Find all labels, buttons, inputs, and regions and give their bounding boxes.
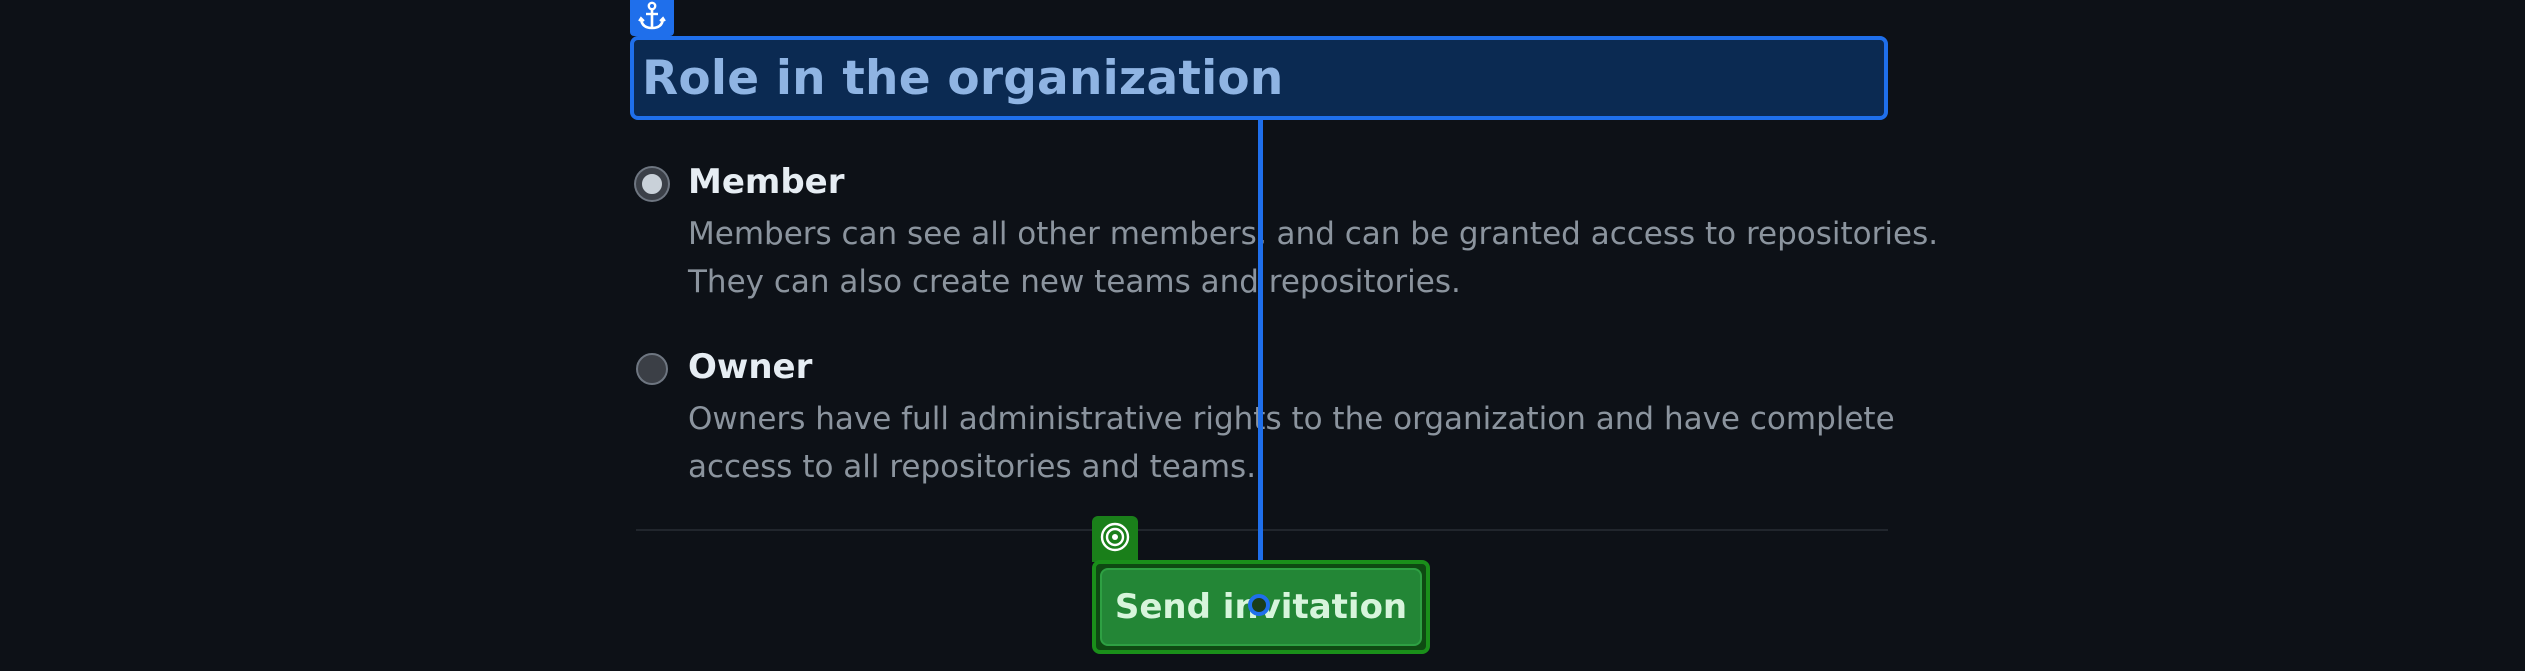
anchor-icon (638, 1, 666, 35)
anchor-marker (630, 0, 674, 36)
member-description-line-1: Members can see all other members, and c… (688, 216, 1939, 252)
connector-line (1258, 120, 1263, 606)
owner-radio[interactable] (636, 353, 668, 385)
click-point-marker (1248, 594, 1270, 616)
member-label[interactable]: Member (688, 162, 845, 202)
owner-description-line-2: access to all repositories and teams. (688, 449, 1257, 485)
page: Role in the organization Member Members … (0, 0, 2525, 671)
target-icon (1099, 521, 1131, 557)
member-radio[interactable] (636, 168, 668, 200)
section-heading-highlight: Role in the organization (630, 36, 1888, 120)
target-marker (1092, 516, 1138, 562)
section-title: Role in the organization (642, 50, 1284, 106)
member-description-line-2: They can also create new teams and repos… (688, 264, 1461, 300)
owner-label[interactable]: Owner (688, 347, 812, 387)
owner-description-line-1: Owners have full administrative rights t… (688, 401, 1895, 437)
